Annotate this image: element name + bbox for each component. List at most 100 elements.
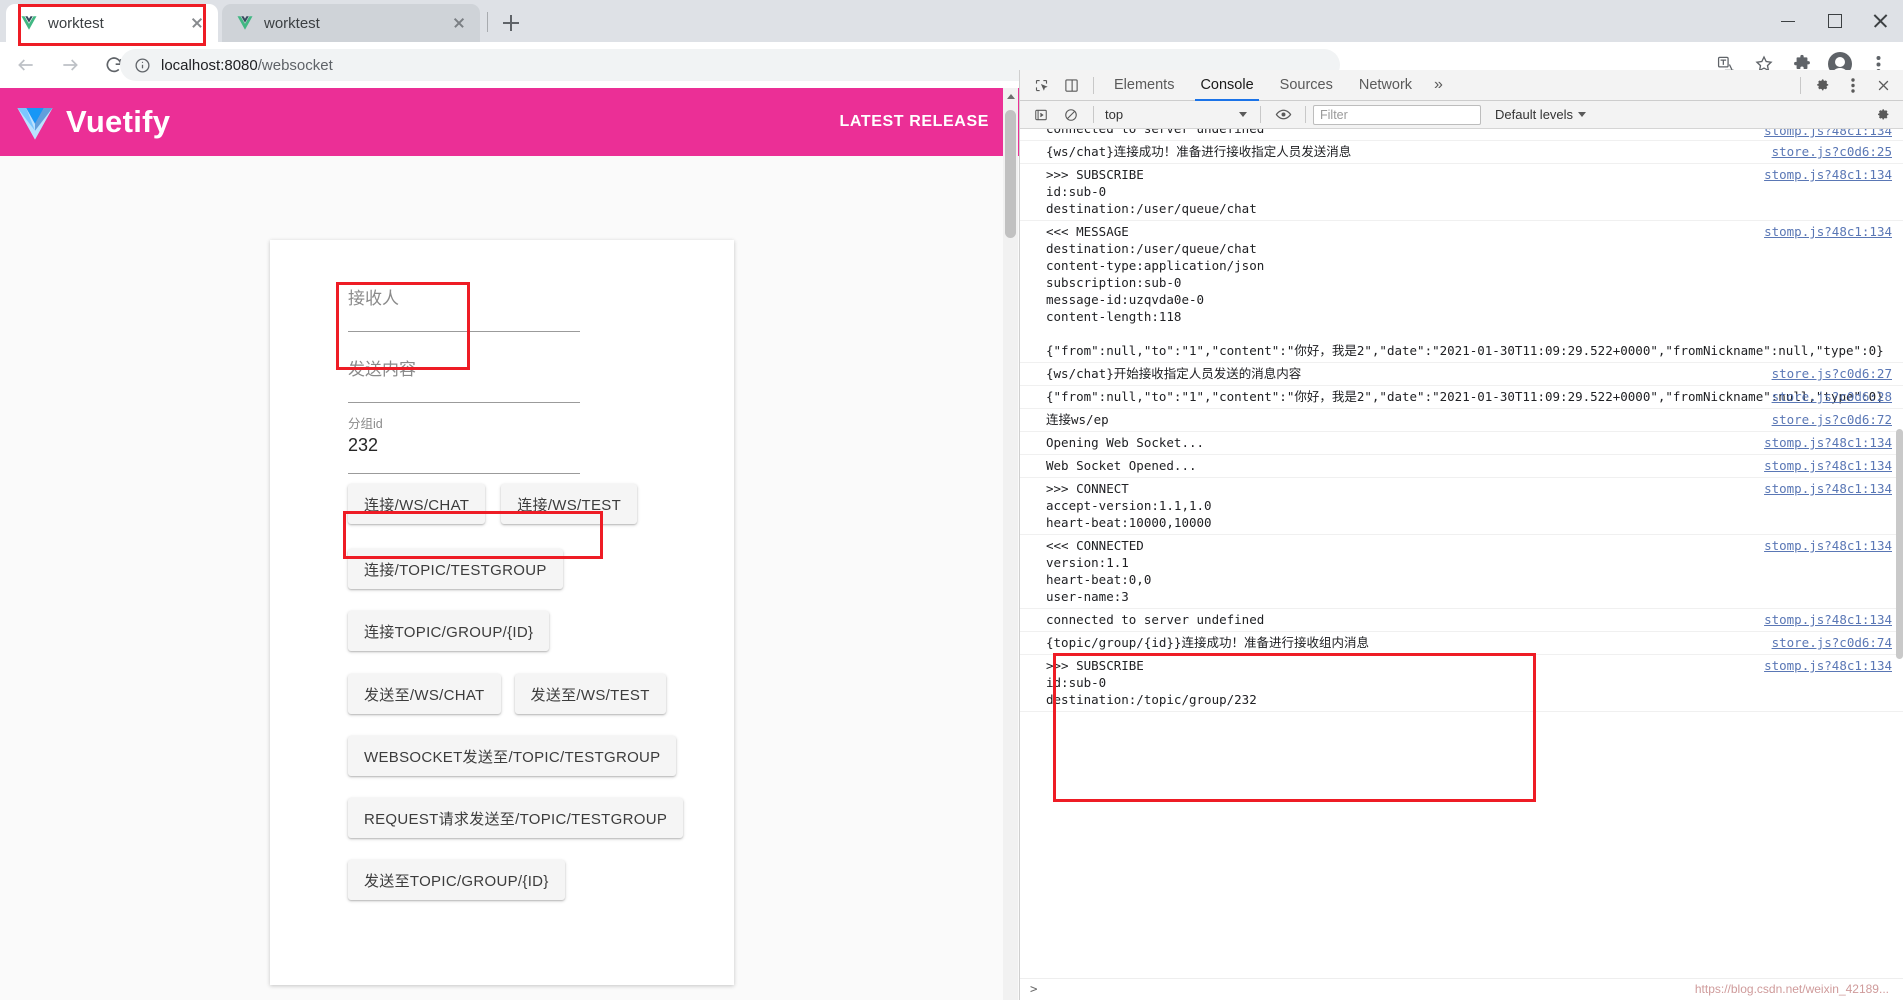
field-receiver[interactable]: 接收人 <box>348 270 658 341</box>
more-vertical-icon[interactable] <box>1838 70 1868 101</box>
btn-connect-topic-testgroup[interactable]: 连接/TOPIC/TESTGROUP <box>348 549 563 589</box>
minimize-button[interactable] <box>1765 0 1811 42</box>
back-arrow-icon[interactable] <box>8 47 44 83</box>
console-message-source-link[interactable]: stomp.js?48c1:134 <box>1764 657 1892 674</box>
console-levels-label: Default levels <box>1495 107 1574 122</box>
console-message-text: >>> SUBSCRIBE id:sub-0 destination:/user… <box>1046 167 1257 216</box>
btn-connect-ws-chat[interactable]: 连接/WS/CHAT <box>348 484 486 524</box>
scroll-up-arrow-icon[interactable] <box>1007 94 1015 99</box>
console-message: {ws/chat}连接成功！准备进行接收指定人员发送消息 store.js?c0d… <box>1020 141 1903 164</box>
receiver-placeholder: 接收人 <box>348 289 399 308</box>
browser-tab-title-1: worktest <box>264 14 320 32</box>
console-message-text: <<< MESSAGE destination:/user/queue/chat… <box>1046 224 1884 358</box>
console-message: <<< CONNECTED version:1.1 heart-beat:0,0… <box>1020 535 1903 609</box>
btn-connect-topic-group-id[interactable]: 连接TOPIC/GROUP/{ID} <box>348 611 550 651</box>
devtools-tab-network[interactable]: Network <box>1346 70 1425 101</box>
console-message-source-link[interactable]: stomp.js?48c1:134 <box>1764 166 1892 183</box>
maximize-button[interactable] <box>1811 0 1857 42</box>
tab-strip: worktest worktest <box>0 0 1903 42</box>
new-tab-button[interactable] <box>497 9 525 37</box>
console-message-source-link[interactable]: stomp.js?48c1:134 <box>1764 537 1892 554</box>
console-message: Opening Web Socket... stomp.js?48c1:134 <box>1020 432 1903 455</box>
btn-request-send-topic-testgroup[interactable]: REQUEST请求发送至/TOPIC/TESTGROUP <box>348 798 684 838</box>
console-message-source-link[interactable]: stomp.js?48c1:134 <box>1764 129 1892 139</box>
console-levels-select[interactable]: Default levels <box>1495 107 1587 122</box>
console-message-source-link[interactable]: stomp.js?48c1:134 <box>1764 223 1892 240</box>
btn-websocket-send-topic-testgroup[interactable]: WEBSOCKET发送至/TOPIC/TESTGROUP <box>348 736 677 776</box>
console-scrollbar[interactable] <box>1895 129 1903 1000</box>
info-circle-icon <box>135 57 150 73</box>
console-message-source-link[interactable]: store.js?c0d6:72 <box>1772 411 1892 428</box>
devtools-overflow-icon[interactable]: » <box>1425 76 1452 94</box>
console-toolbar: top Filter Default levels <box>1020 101 1903 129</box>
inspect-element-icon[interactable] <box>1026 70 1056 101</box>
console-filter-input[interactable]: Filter <box>1313 104 1481 125</box>
vue-logo-icon <box>21 16 37 30</box>
form-fields: 接收人 发送内容 分组id 232 <box>348 270 658 483</box>
console-message-source-link[interactable]: stomp.js?48c1:134 <box>1764 457 1892 474</box>
console-message-source-link[interactable]: stomp.js?48c1:134 <box>1764 480 1892 497</box>
vue-logo-icon <box>237 16 253 30</box>
console-context-select[interactable]: top <box>1105 105 1253 125</box>
console-message-text: 连接ws/ep <box>1046 412 1109 427</box>
close-window-button[interactable] <box>1857 0 1903 42</box>
gear-icon[interactable] <box>1808 70 1838 101</box>
button-row-4: WEBSOCKET发送至/TOPIC/TESTGROUP <box>348 736 812 776</box>
close-icon[interactable] <box>1868 70 1898 101</box>
eye-icon[interactable] <box>1268 99 1298 130</box>
console-message-source-link[interactable]: stomp.js?48c1:134 <box>1764 434 1892 451</box>
group-id-input[interactable]: 232 <box>348 431 658 456</box>
chevron-down-icon <box>1239 111 1247 117</box>
execute-arrow-icon[interactable] <box>1026 99 1056 130</box>
console-context-value: top <box>1105 107 1124 122</box>
web-page-viewport: Vuetify LATEST RELEASE 接收人 发送内容 分组id 232… <box>0 88 1019 1000</box>
devtools-tab-sources[interactable]: Sources <box>1267 70 1346 101</box>
forward-arrow-icon[interactable] <box>52 47 88 83</box>
watermark-text: https://blog.csdn.net/weixin_42189... <box>1694 982 1889 996</box>
console-message: connected to server undefined stomp.js?48… <box>1020 609 1903 632</box>
btn-send-topic-group-id[interactable]: 发送至TOPIC/GROUP/{ID} <box>348 860 565 900</box>
console-message-list[interactable]: connected to server undefined stomp.js?48… <box>1020 129 1903 1000</box>
console-message-source-link[interactable]: store.js?c0d6:27 <box>1772 365 1892 382</box>
browser-tab-1[interactable]: worktest <box>222 4 480 42</box>
latest-release-button[interactable]: LATEST RELEASE <box>840 113 1005 131</box>
console-prompt-symbol: > <box>1030 981 1038 996</box>
device-toolbar-icon[interactable] <box>1056 70 1086 101</box>
console-message: <<< MESSAGE destination:/user/queue/chat… <box>1020 221 1903 363</box>
console-scrollbar-thumb[interactable] <box>1896 429 1903 659</box>
window-controls <box>1765 0 1903 42</box>
btn-connect-ws-test[interactable]: 连接/WS/TEST <box>501 484 638 524</box>
tab-close-icon-0[interactable] <box>188 14 206 32</box>
websocket-demo-card: 接收人 发送内容 分组id 232 连接/WS/CHAT 连接/WS/TEST … <box>270 240 734 985</box>
console-message-source-link[interactable]: store.js?c0d6:25 <box>1772 143 1892 160</box>
console-message-text: Opening Web Socket... <box>1046 435 1205 450</box>
button-row-2: 连接TOPIC/GROUP/{ID} <box>348 611 812 651</box>
field-group-id[interactable]: 分组id 232 <box>348 412 658 483</box>
page-scrollbar[interactable] <box>1003 88 1018 1000</box>
devtools-tab-elements[interactable]: Elements <box>1101 70 1187 101</box>
console-message-source-link[interactable]: stomp.js?48c1:134 <box>1764 611 1892 628</box>
tab-close-icon-1[interactable] <box>450 14 468 32</box>
btn-send-ws-test[interactable]: 发送至/WS/TEST <box>514 674 666 714</box>
console-message: {topic/group/{id}}连接成功！准备进行接收组内消息 store.j… <box>1020 632 1903 655</box>
field-content[interactable]: 发送内容 <box>348 341 658 412</box>
btn-send-ws-chat[interactable]: 发送至/WS/CHAT <box>348 674 501 714</box>
console-message-text: connected to server undefined <box>1046 612 1265 627</box>
page-scrollbar-thumb[interactable] <box>1005 110 1016 238</box>
receiver-underline <box>348 331 580 332</box>
brand-name: Vuetify <box>66 104 171 139</box>
console-message: {ws/chat}开始接收指定人员发送的消息内容 store.js?c0d6:27 <box>1020 363 1903 386</box>
console-settings-gear-icon[interactable] <box>1868 99 1898 130</box>
button-row-1: 连接/TOPIC/TESTGROUP <box>348 549 812 589</box>
tab-divider <box>487 12 488 32</box>
console-message: >>> SUBSCRIBE id:sub-0 destination:/user… <box>1020 164 1903 221</box>
devtools-tab-console[interactable]: Console <box>1187 70 1266 101</box>
console-message-source-link[interactable]: store.js?c0d6:28 <box>1772 388 1892 405</box>
console-message-text: >>> SUBSCRIBE id:sub-0 destination:/topi… <box>1046 658 1257 707</box>
content-underline <box>348 402 580 403</box>
console-message-text: {"from":null,"to":"1","content":"你好，我是2"… <box>1046 389 1884 404</box>
console-message-text: >>> CONNECT accept-version:1.1,1.0 heart… <box>1046 481 1212 530</box>
console-message-source-link[interactable]: store.js?c0d6:74 <box>1772 634 1892 651</box>
browser-tab-0[interactable]: worktest <box>6 4 218 42</box>
clear-console-icon[interactable] <box>1056 99 1086 130</box>
